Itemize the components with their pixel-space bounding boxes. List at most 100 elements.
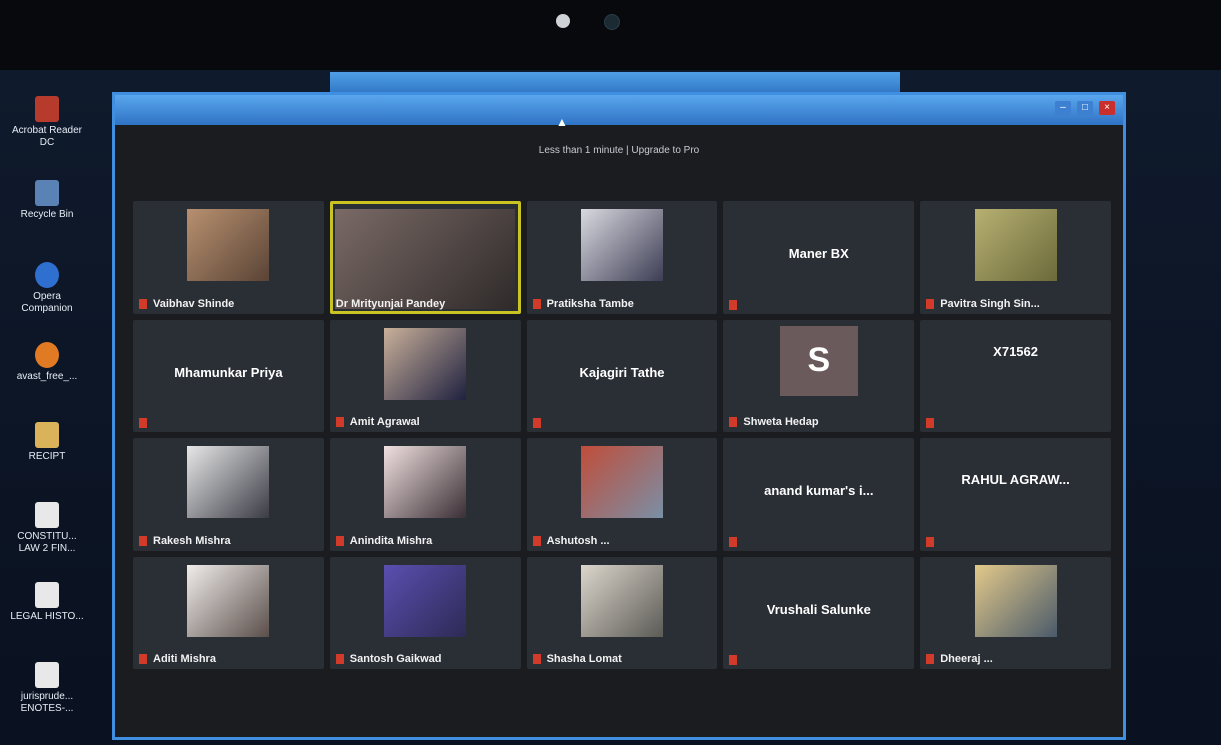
participant-tile[interactable]: Ashutosh ... bbox=[526, 438, 718, 551]
mic-muted-icon bbox=[532, 298, 541, 309]
participant-tile[interactable]: X71562 bbox=[920, 319, 1111, 432]
participant-name-display: anand kumar's i... bbox=[764, 483, 874, 498]
participant-name-display: Kajagiri Tathe bbox=[579, 364, 665, 380]
pdf-icon bbox=[35, 96, 59, 122]
recycle-bin-icon bbox=[35, 180, 59, 206]
desktop-icon-jurisprudence[interactable]: jurisprude... ENOTES-... bbox=[8, 662, 86, 715]
participant-tile[interactable]: Rakesh Mishra bbox=[133, 438, 324, 551]
folder-icon bbox=[35, 422, 59, 448]
participant-name: Aditi Mishra bbox=[153, 653, 216, 665]
mic-muted-icon bbox=[926, 654, 935, 664]
document-icon bbox=[35, 662, 59, 688]
avast-icon bbox=[35, 342, 59, 368]
participant-name-display: Vrushali Salunke bbox=[766, 601, 871, 617]
participant-tile[interactable]: anand kumar's i... bbox=[723, 438, 915, 551]
participant-name-display: Mhamunkar Priya bbox=[174, 364, 283, 380]
window-controls: – □ × bbox=[1055, 101, 1115, 115]
participant-name: Santosh Gaikwad bbox=[349, 653, 442, 665]
mic-muted-icon bbox=[335, 535, 344, 546]
desktop-icon-acrobat[interactable]: Acrobat Reader DC bbox=[8, 96, 86, 149]
window-titlebar[interactable]: – □ × bbox=[115, 95, 1123, 125]
participant-tile[interactable]: Shasha Lomat bbox=[526, 556, 718, 669]
participant-name: Rakesh Mishra bbox=[153, 534, 231, 547]
opera-icon bbox=[35, 262, 59, 288]
document-icon bbox=[35, 582, 59, 608]
mic-muted-icon bbox=[335, 417, 344, 427]
mic-muted-icon bbox=[532, 654, 541, 664]
desktop-icon-legal-history[interactable]: LEGAL HISTO... bbox=[8, 582, 86, 623]
participant-tile[interactable]: Vrushali Salunke bbox=[723, 556, 915, 669]
participant-tile[interactable]: Pratiksha Tambe bbox=[526, 201, 718, 314]
meeting-window: – □ × ▲ Less than 1 minute | Upgrade to … bbox=[112, 92, 1126, 740]
meeting-timer-banner[interactable]: Less than 1 minute | Upgrade to Pro bbox=[115, 145, 1123, 156]
participant-video bbox=[187, 564, 270, 637]
participant-tile[interactable]: Santosh Gaikwad bbox=[329, 556, 521, 669]
mic-muted-icon bbox=[926, 536, 935, 547]
participant-name: Dheeraj ... bbox=[940, 653, 993, 665]
maximize-button[interactable]: □ bbox=[1077, 101, 1093, 115]
participant-name: Shasha Lomat bbox=[546, 653, 622, 665]
camera-lens-icon bbox=[604, 14, 620, 30]
participant-tile[interactable]: Dheeraj ... bbox=[920, 556, 1111, 669]
participant-video bbox=[580, 564, 663, 637]
mic-muted-icon bbox=[139, 298, 147, 309]
mic-muted-icon bbox=[139, 654, 147, 664]
participant-name-display: Maner BX bbox=[788, 246, 849, 261]
participant-video bbox=[384, 564, 467, 637]
participant-video bbox=[384, 446, 467, 518]
participant-tile[interactable]: Mhamunkar Priya bbox=[133, 319, 324, 432]
desktop-icon-opera[interactable]: Opera Companion bbox=[8, 262, 86, 315]
participant-name: Dr Mrityunjai Pandey bbox=[335, 297, 446, 310]
participant-name-display: RAHUL AGRAW... bbox=[961, 471, 1070, 487]
participant-name: Anindita Mishra bbox=[349, 534, 433, 547]
participant-video bbox=[384, 327, 467, 400]
mic-muted-icon bbox=[532, 418, 541, 428]
participant-video bbox=[580, 209, 663, 281]
participant-tile[interactable]: S Shweta Hedap bbox=[723, 319, 915, 432]
participant-tile[interactable]: Anindita Mishra bbox=[329, 438, 521, 551]
participant-name: Pavitra Singh Sin... bbox=[940, 297, 1040, 310]
participant-tile[interactable]: Vaibhav Shinde bbox=[133, 201, 324, 314]
desktop-icon-constitution[interactable]: CONSTITU... LAW 2 FIN... bbox=[8, 502, 86, 555]
mic-muted-icon bbox=[729, 536, 738, 547]
participant-video bbox=[187, 209, 270, 281]
mic-muted-icon bbox=[532, 535, 541, 546]
minimize-button[interactable]: – bbox=[1055, 101, 1071, 115]
participant-tile[interactable]: Pavitra Singh Sin... bbox=[920, 201, 1111, 314]
participant-name: Pratiksha Tambe bbox=[546, 297, 634, 310]
mic-muted-icon bbox=[729, 417, 738, 427]
mic-muted-icon bbox=[139, 418, 147, 428]
participant-tile[interactable]: RAHUL AGRAW... bbox=[920, 438, 1111, 551]
participant-tile-active-speaker[interactable]: Dr Mrityunjai Pandey bbox=[329, 201, 521, 314]
mic-muted-icon bbox=[729, 299, 738, 310]
document-icon bbox=[35, 502, 59, 528]
participant-video bbox=[187, 446, 270, 518]
participant-video bbox=[580, 446, 663, 518]
participant-name: Vaibhav Shinde bbox=[153, 297, 235, 310]
monitor-bezel bbox=[0, 0, 1221, 70]
camera-light-icon bbox=[556, 14, 570, 28]
participant-video bbox=[974, 564, 1057, 637]
participant-tile[interactable]: Maner BX bbox=[723, 201, 915, 314]
mic-muted-icon bbox=[729, 655, 738, 665]
participant-tile[interactable]: Kajagiri Tathe bbox=[526, 319, 718, 432]
mic-muted-icon bbox=[926, 418, 935, 428]
participant-name-display: X71562 bbox=[993, 344, 1038, 360]
desktop-icon-recipt[interactable]: RECIPT bbox=[8, 422, 86, 463]
participant-tile[interactable]: Amit Agrawal bbox=[329, 319, 521, 432]
participant-avatar-initial: S bbox=[779, 325, 858, 396]
desktop-icon-avast[interactable]: avast_free_... bbox=[8, 342, 86, 383]
mic-muted-icon bbox=[335, 654, 344, 664]
participant-video bbox=[974, 209, 1057, 281]
mic-muted-icon bbox=[139, 535, 147, 546]
desktop-icon-recycle-bin[interactable]: Recycle Bin bbox=[8, 180, 86, 221]
participant-name: Ashutosh ... bbox=[546, 534, 610, 547]
mouse-cursor-icon: ▲ bbox=[556, 115, 568, 129]
participant-name: Shweta Hedap bbox=[743, 416, 819, 428]
participant-name: Amit Agrawal bbox=[349, 416, 420, 428]
mic-muted-icon bbox=[926, 298, 935, 309]
participant-gallery: Vaibhav Shinde Dr Mrityunjai Pandey Prat… bbox=[133, 201, 1111, 669]
participant-tile[interactable]: Aditi Mishra bbox=[133, 556, 324, 669]
close-button[interactable]: × bbox=[1099, 101, 1115, 115]
participant-video bbox=[335, 209, 516, 309]
